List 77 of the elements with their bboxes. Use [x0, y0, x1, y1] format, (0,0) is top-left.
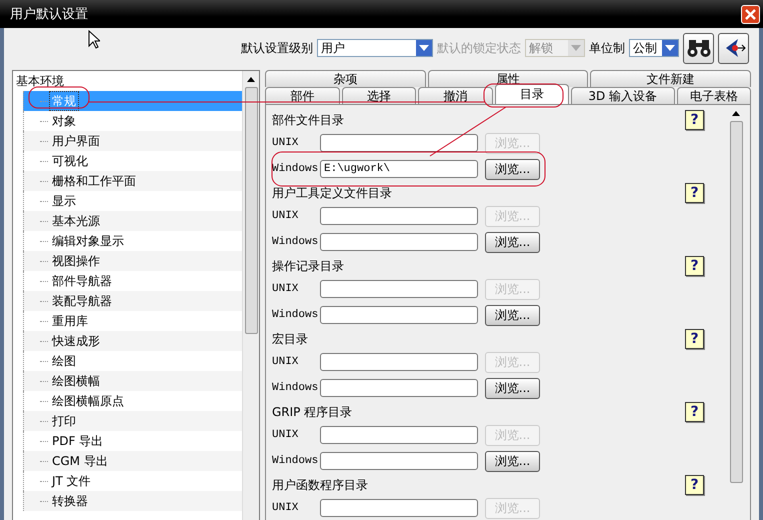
help-button[interactable]: ? — [685, 402, 704, 422]
field-label: 单位制 — [589, 40, 625, 56]
help-button[interactable]: ? — [685, 256, 704, 276]
tab[interactable]: 杂项 — [265, 70, 426, 87]
tree-item[interactable]: CGM 导出 — [23, 451, 242, 471]
field-label: UNIX — [272, 210, 300, 222]
path-field[interactable] — [320, 280, 478, 298]
window-title: 用户默认设置 — [10, 6, 88, 23]
binoculars-icon — [686, 38, 710, 58]
tool-button[interactable] — [718, 32, 749, 64]
path-field[interactable] — [320, 306, 478, 324]
path-field[interactable] — [320, 499, 478, 517]
scroll-thumb[interactable] — [244, 87, 258, 334]
path-field[interactable] — [320, 452, 478, 470]
help-button[interactable]: ? — [685, 110, 704, 130]
tree-root[interactable]: 基本环境 — [13, 71, 242, 91]
tree-item[interactable]: 快速成形 — [23, 331, 242, 351]
tree-item[interactable]: 用户界面 — [23, 131, 242, 151]
field-label: Windows — [272, 455, 320, 467]
scrollbar[interactable] — [242, 71, 259, 520]
tab[interactable]: 3D 输入设备 — [571, 87, 674, 104]
tab[interactable]: 撤消 — [418, 87, 492, 104]
tab[interactable]: 选择 — [342, 87, 416, 104]
tree-item[interactable]: 视图操作 — [23, 251, 242, 271]
tree-item[interactable]: 绘图横幅 — [23, 371, 242, 391]
scroll-up-icon[interactable] — [732, 110, 740, 116]
tab[interactable]: 文件新建 — [590, 70, 752, 87]
field-label: UNIX — [272, 283, 300, 295]
callout-ring — [28, 86, 90, 108]
tree-item[interactable]: 装配导航器 — [23, 291, 242, 311]
path-field[interactable] — [320, 379, 478, 397]
path-field[interactable]: E:\ugwork\ — [320, 160, 478, 178]
field-label: UNIX — [272, 429, 300, 441]
dropdown-arrow-icon[interactable] — [665, 45, 675, 51]
dropdown[interactable]: 公制 — [629, 39, 679, 57]
tab[interactable]: 部件 — [265, 87, 340, 104]
path-field[interactable] — [320, 233, 478, 251]
section-heading: 宏目录 — [272, 331, 308, 348]
path-field[interactable] — [320, 207, 478, 225]
tab[interactable]: 目录 — [494, 84, 569, 104]
field-label: Windows — [272, 382, 320, 394]
scroll-up-icon[interactable] — [247, 76, 255, 82]
browse-button[interactable]: 浏览... — [485, 378, 540, 398]
section-heading: 用户工具定义文件目录 — [272, 185, 392, 202]
browse-button[interactable]: 浏览... — [485, 304, 540, 326]
field-label: 默认设置级别 — [241, 40, 313, 56]
browse-button[interactable]: 浏览... — [485, 232, 540, 252]
path-field[interactable] — [320, 353, 478, 371]
field-label: Windows — [272, 163, 320, 175]
dropdown[interactable]: 用户 — [317, 39, 433, 57]
help-button[interactable]: ? — [685, 183, 704, 203]
tree-item[interactable]: 栅格和工作平面 — [23, 171, 242, 191]
tab[interactable]: 电子表格 — [676, 87, 751, 104]
field-label: UNIX — [272, 356, 300, 368]
field-label: UNIX — [272, 137, 300, 149]
help-button[interactable]: ? — [685, 329, 704, 349]
section-heading: GRIP 程序目录 — [272, 404, 352, 421]
section-heading: 用户函数程序目录 — [272, 477, 368, 494]
search-button[interactable] — [683, 32, 714, 64]
close-button[interactable] — [741, 4, 760, 24]
tree-item[interactable]: 基本光源 — [23, 211, 242, 231]
section-heading: 部件文件目录 — [272, 112, 344, 129]
path-field[interactable] — [320, 134, 478, 152]
close-icon — [745, 8, 756, 20]
field-label: UNIX — [272, 502, 300, 514]
dropdown-arrow-icon[interactable] — [419, 45, 429, 51]
scroll-thumb[interactable] — [730, 121, 742, 483]
browse-button[interactable]: 浏览... — [485, 158, 540, 180]
section-heading: 操作记录目录 — [272, 258, 344, 275]
help-button[interactable]: ? — [685, 475, 704, 495]
field-label: 默认的锁定状态 — [437, 40, 521, 56]
path-field[interactable] — [320, 426, 478, 444]
tree-item[interactable]: 打印 — [23, 411, 242, 431]
browse-button[interactable]: 浏览... — [485, 450, 540, 472]
field-label: Windows — [272, 309, 320, 321]
field-label: Windows — [272, 236, 320, 248]
tree-item[interactable]: 转换器 — [23, 491, 242, 511]
